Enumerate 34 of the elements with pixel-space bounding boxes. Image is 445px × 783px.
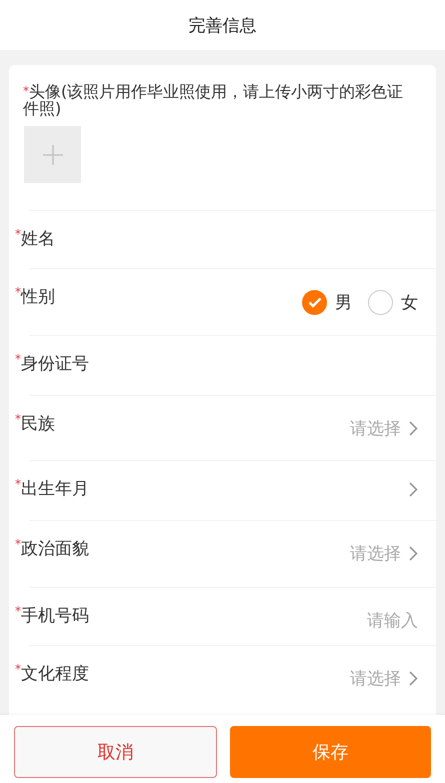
select-field[interactable]: 请选择 [350, 396, 418, 440]
input-field[interactable]: 请输入 [367, 609, 418, 632]
field-label: 文化程度 [21, 663, 89, 685]
chevron-right-icon [409, 482, 418, 497]
field-label: 姓名 [21, 228, 55, 250]
required-mark: * [15, 227, 21, 241]
save-button[interactable]: 保存 [230, 726, 431, 778]
required-mark: * [15, 604, 21, 618]
chevron-right-icon [409, 671, 418, 686]
plus-icon [42, 144, 62, 164]
required-mark: * [15, 662, 21, 676]
field-label: 身份证号 [21, 353, 89, 375]
field-label: 民族 [21, 413, 55, 435]
cancel-button[interactable]: 取消 [14, 726, 217, 778]
select-placeholder: 请选择 [350, 543, 401, 565]
required-mark: * [15, 477, 21, 491]
select-placeholder: 请选择 [350, 418, 401, 440]
chevron-right-icon [409, 421, 418, 436]
field-label: 手机号码 [21, 605, 89, 627]
select-field[interactable]: 请选择 [350, 521, 418, 565]
required-mark: * [15, 352, 21, 366]
select-placeholder: 请选择 [350, 668, 401, 690]
field-label: 出生年月 [21, 478, 89, 500]
gender-radio[interactable]: 女 [368, 290, 418, 315]
required-mark: * [15, 285, 21, 299]
field-label: 性别 [21, 286, 55, 308]
select-field[interactable]: 请选择 [350, 646, 418, 690]
gender-radio[interactable]: 男 [302, 290, 352, 315]
required-mark: * [15, 412, 21, 426]
required-mark: * [15, 537, 21, 551]
chevron-right-icon [409, 546, 418, 561]
page-title: 完善信息 [188, 14, 256, 36]
field-label: 政治面貌 [21, 538, 89, 560]
avatar-label: *头像(该照片用作毕业照使用，请上传小两寸的彩色证件照) [23, 83, 404, 117]
